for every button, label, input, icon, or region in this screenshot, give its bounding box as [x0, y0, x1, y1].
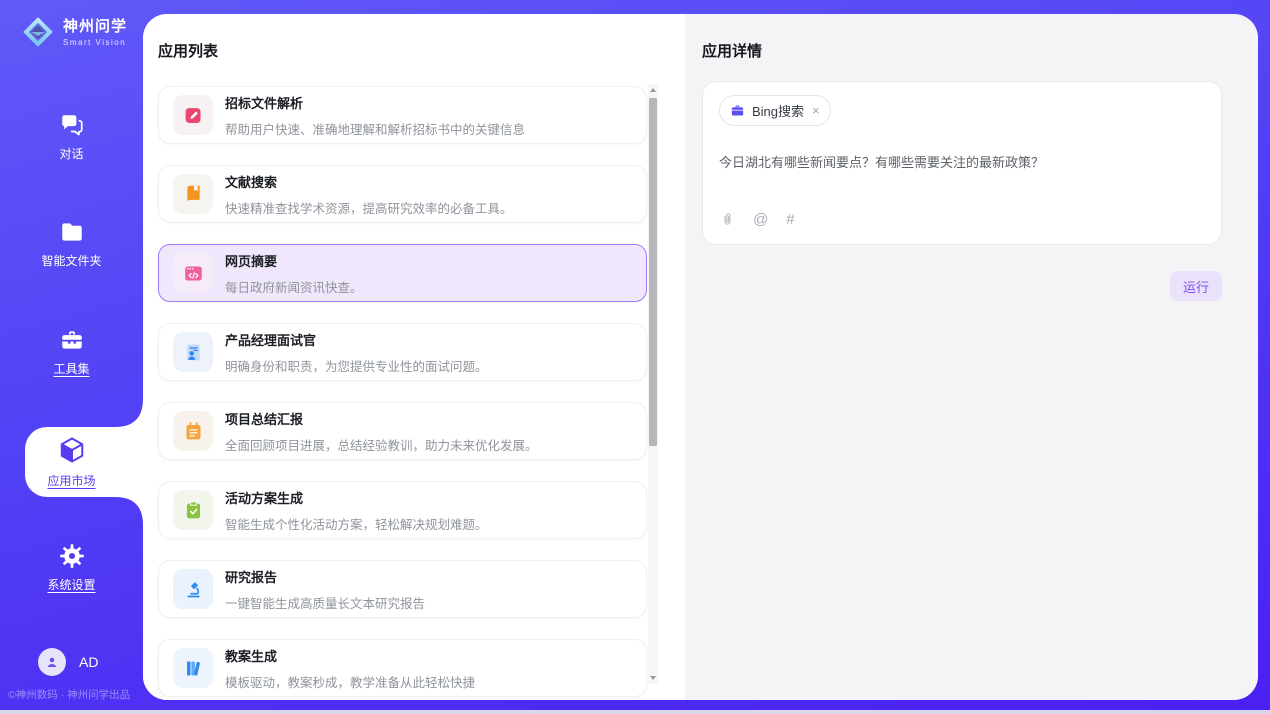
app-card-desc: 每日政府新闻资讯快查。 [225, 277, 363, 296]
close-icon[interactable]: × [812, 103, 820, 118]
notepad-icon [173, 411, 213, 451]
sidebar-item-smart-folder[interactable]: 智能文件夹 [0, 219, 143, 269]
sidebar-item-label: 对话 [59, 145, 83, 162]
app-card-web-summary[interactable]: 网页摘要 每日政府新闻资讯快查。 [158, 244, 647, 302]
query-text[interactable]: 今日湖北有哪些新闻要点？有哪些需要关注的最新政策？ [719, 152, 1199, 171]
clipboard-check-icon [173, 490, 213, 530]
app-card-title: 网页摘要 [225, 251, 363, 270]
chat-icon [59, 112, 85, 138]
bottom-edge-strip [0, 710, 1270, 714]
folder-icon [59, 219, 85, 245]
app-card-title: 教案生成 [225, 646, 475, 665]
paperclip-icon[interactable] [720, 211, 735, 228]
scroll-down-arrow[interactable] [648, 672, 658, 684]
app-card-desc: 快速精准查找学术资源，提高研究效率的必备工具。 [225, 198, 513, 217]
app-detail-title: 应用详情 [702, 40, 762, 61]
app-card-event-plan[interactable]: 活动方案生成 智能生成个性化活动方案，轻松解决规划难题。 [158, 481, 647, 539]
tool-chip-bing-search[interactable]: Bing搜索 × [719, 95, 831, 126]
interviewer-icon [173, 332, 213, 372]
app-list-section: 应用列表 招标文件解析 帮助用户快速、准确地理解和解析招标书中的关键信息 文献搜… [143, 14, 685, 700]
brand-name: 神州问学 [63, 18, 127, 36]
avatar[interactable] [38, 648, 66, 676]
app-card-bid-parse[interactable]: 招标文件解析 帮助用户快速、准确地理解和解析招标书中的关键信息 [158, 86, 647, 144]
scroll-up-arrow[interactable] [648, 84, 658, 96]
logo-diamond-icon [20, 14, 56, 50]
copyright-footer: ©神州数码 · 神州问学出品 [8, 687, 148, 702]
briefcase-icon [730, 103, 745, 118]
user-row: AD [38, 648, 98, 676]
sidebar: 神州问学 Smart Vision 对话 智能文件夹 工具集 应用市场 系统设置 [0, 0, 143, 714]
app-card-desc: 一键智能生成高质量长文本研究报告 [225, 593, 425, 612]
sidebar-item-label: 工具集 [53, 360, 89, 377]
main-panel: 应用列表 招标文件解析 帮助用户快速、准确地理解和解析招标书中的关键信息 文献搜… [143, 14, 1258, 700]
app-card-desc: 智能生成个性化活动方案，轻松解决规划难题。 [225, 514, 488, 533]
sidebar-item-settings[interactable]: 系统设置 [0, 543, 143, 593]
app-card-title: 活动方案生成 [225, 488, 488, 507]
app-card-desc: 帮助用户快速、准确地理解和解析招标书中的关键信息 [225, 119, 525, 138]
cube-icon [57, 435, 87, 465]
query-editor[interactable]: Bing搜索 × 今日湖北有哪些新闻要点？有哪些需要关注的最新政策？ @ # [702, 81, 1222, 245]
app-card-title: 产品经理面试官 [225, 330, 488, 349]
toolbox-icon [59, 327, 85, 353]
app-card-title: 招标文件解析 [225, 93, 525, 112]
app-detail-section: 应用详情 Bing搜索 × 今日湖北有哪些新闻要点？有哪些需要关注的最新政策？ … [685, 14, 1258, 700]
sidebar-item-label: 应用市场 [47, 472, 95, 489]
hash-icon[interactable]: # [786, 212, 794, 227]
attachment-toolbar: @ # [720, 211, 795, 228]
scrollbar-thumb[interactable] [649, 98, 657, 446]
sidebar-item-label: 智能文件夹 [41, 252, 101, 269]
tool-chip-label: Bing搜索 [752, 101, 804, 120]
app-card-list: 招标文件解析 帮助用户快速、准确地理解和解析招标书中的关键信息 文献搜索 快速精… [158, 86, 647, 700]
user-name: AD [79, 654, 98, 670]
app-card-project-summary[interactable]: 项目总结汇报 全面回顾项目进展，总结经验教训，助力未来优化发展。 [158, 402, 647, 460]
app-card-desc: 明确身份和职责，为您提供专业性的面试问题。 [225, 356, 488, 375]
list-scrollbar[interactable] [648, 84, 658, 684]
sidebar-item-chat[interactable]: 对话 [0, 112, 143, 162]
app-card-title: 项目总结汇报 [225, 409, 538, 428]
app-list-title: 应用列表 [158, 40, 218, 61]
at-sign-icon[interactable]: @ [753, 212, 768, 227]
microscope-icon [173, 569, 213, 609]
books-icon [173, 648, 213, 688]
sidebar-item-app-market[interactable]: 应用市场 [0, 435, 143, 489]
brand-logo: 神州问学 Smart Vision [20, 14, 127, 50]
sidebar-item-label: 系统设置 [47, 576, 95, 593]
app-card-desc: 模板驱动，教案秒成，教学准备从此轻松快捷 [225, 672, 475, 691]
gear-icon [59, 543, 85, 569]
edit-document-icon [173, 95, 213, 135]
browser-code-icon [173, 253, 213, 293]
app-card-pm-interviewer[interactable]: 产品经理面试官 明确身份和职责，为您提供专业性的面试问题。 [158, 323, 647, 381]
sidebar-item-toolset[interactable]: 工具集 [0, 327, 143, 377]
app-card-desc: 全面回顾项目进展，总结经验教训，助力未来优化发展。 [225, 435, 538, 454]
app-card-title: 文献搜索 [225, 172, 513, 191]
brand-subtitle: Smart Vision [63, 38, 127, 47]
app-card-lesson-plan[interactable]: 教案生成 模板驱动，教案秒成，教学准备从此轻松快捷 [158, 639, 647, 697]
book-icon [173, 174, 213, 214]
app-card-title: 研究报告 [225, 567, 425, 586]
run-button[interactable]: 运行 [1170, 271, 1222, 301]
app-card-literature-search[interactable]: 文献搜索 快速精准查找学术资源，提高研究效率的必备工具。 [158, 165, 647, 223]
app-card-research-report[interactable]: 研究报告 一键智能生成高质量长文本研究报告 [158, 560, 647, 618]
